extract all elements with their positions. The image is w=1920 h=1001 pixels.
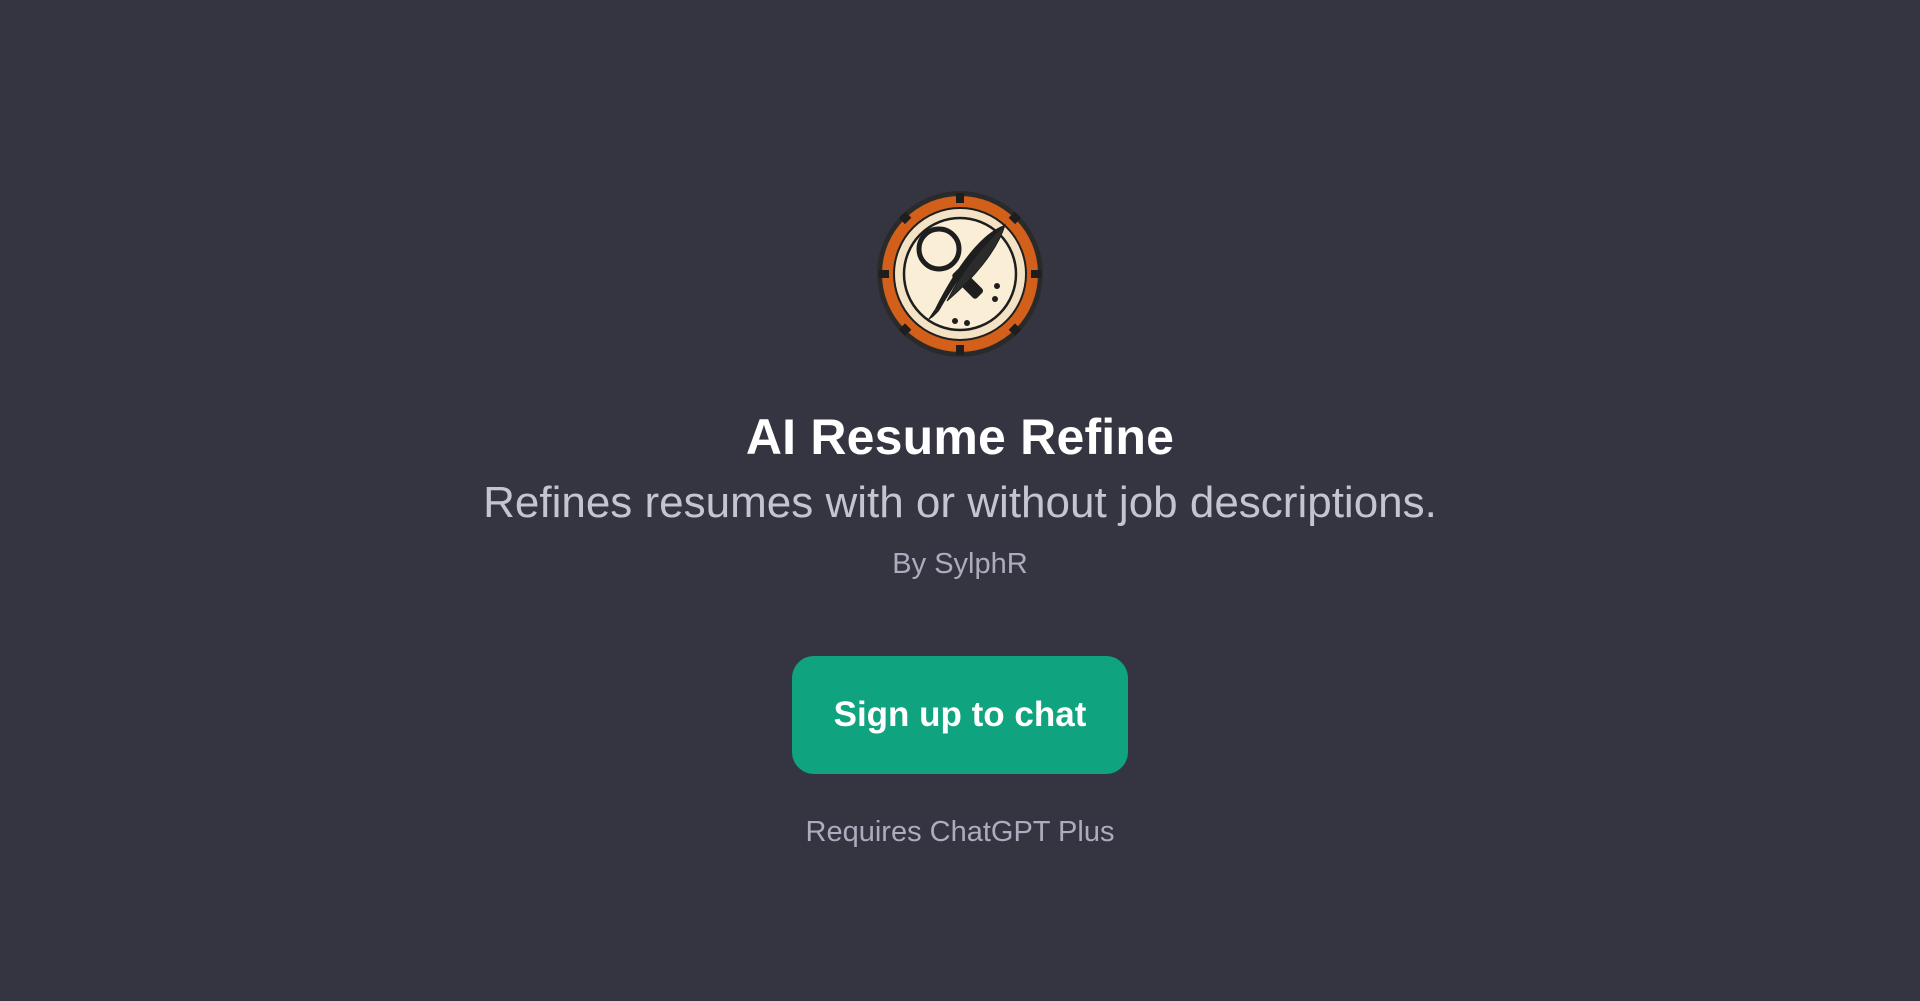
requirement-note: Requires ChatGPT Plus — [805, 816, 1115, 848]
gpt-avatar — [877, 191, 1043, 357]
sign-up-to-chat-button[interactable]: Sign up to chat — [792, 656, 1128, 774]
gpt-description: Refines resumes with or without job desc… — [483, 478, 1437, 527]
resume-refine-logo-icon — [877, 191, 1043, 357]
gpt-landing-page: AI Resume Refine Refines resumes with or… — [0, 0, 1920, 1001]
gpt-title: AI Resume Refine — [745, 409, 1175, 465]
gpt-author: By SylphR — [892, 548, 1028, 580]
sign-up-button-label: Sign up to chat — [833, 695, 1087, 734]
